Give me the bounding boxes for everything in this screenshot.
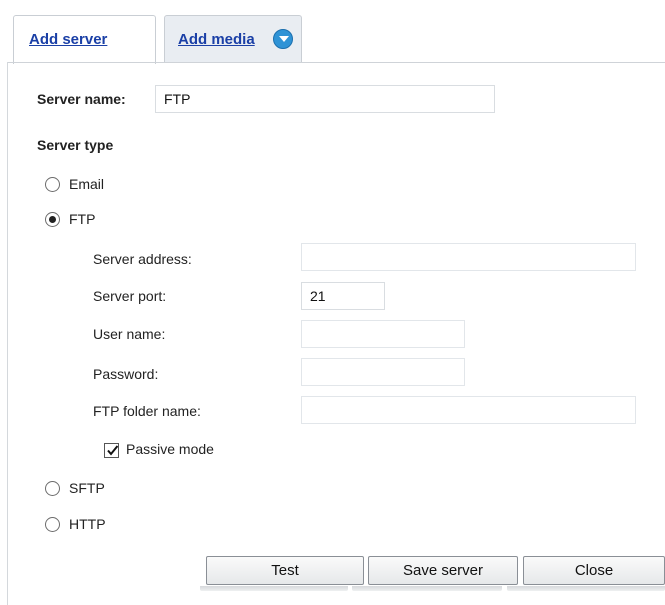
test-button[interactable]: Test <box>206 556 364 585</box>
close-button[interactable]: Close <box>523 556 665 585</box>
radio-email[interactable] <box>45 177 60 192</box>
button-shadow <box>200 586 348 591</box>
tab-add-server-label[interactable]: Add server <box>29 31 107 48</box>
server-address-label: Server address: <box>93 251 192 267</box>
ftp-folder-input[interactable] <box>301 396 636 424</box>
user-name-input[interactable] <box>301 320 465 348</box>
tab-add-media-label[interactable]: Add media <box>178 31 255 48</box>
radio-sftp[interactable] <box>45 481 60 496</box>
user-name-label: User name: <box>93 326 166 342</box>
server-name-label: Server name: <box>37 91 126 107</box>
button-shadow <box>507 586 665 591</box>
radio-http[interactable] <box>45 517 60 532</box>
passive-mode-label[interactable]: Passive mode <box>126 441 214 457</box>
radio-sftp-label[interactable]: SFTP <box>69 480 105 496</box>
server-type-label: Server type <box>37 137 114 153</box>
passive-mode-checkbox[interactable] <box>104 443 119 458</box>
chevron-down-circle-icon[interactable] <box>273 29 293 49</box>
radio-email-label[interactable]: Email <box>69 176 104 192</box>
save-server-button[interactable]: Save server <box>368 556 518 585</box>
tab-add-media[interactable]: Add media <box>164 15 302 63</box>
panel-border <box>7 62 8 605</box>
radio-http-label[interactable]: HTTP <box>69 516 106 532</box>
radio-ftp[interactable] <box>45 212 60 227</box>
panel-divider <box>7 62 665 63</box>
server-address-input[interactable] <box>301 243 636 271</box>
server-port-input[interactable] <box>301 282 385 310</box>
server-name-input[interactable] <box>155 85 495 113</box>
ftp-folder-label: FTP folder name: <box>93 403 201 419</box>
button-shadow <box>352 586 502 591</box>
tab-bar: Add server Add media <box>0 0 665 64</box>
radio-ftp-label[interactable]: FTP <box>69 211 95 227</box>
tab-add-server[interactable]: Add server <box>13 15 156 64</box>
password-label: Password: <box>93 366 159 382</box>
server-port-label: Server port: <box>93 288 167 304</box>
password-input[interactable] <box>301 358 465 386</box>
